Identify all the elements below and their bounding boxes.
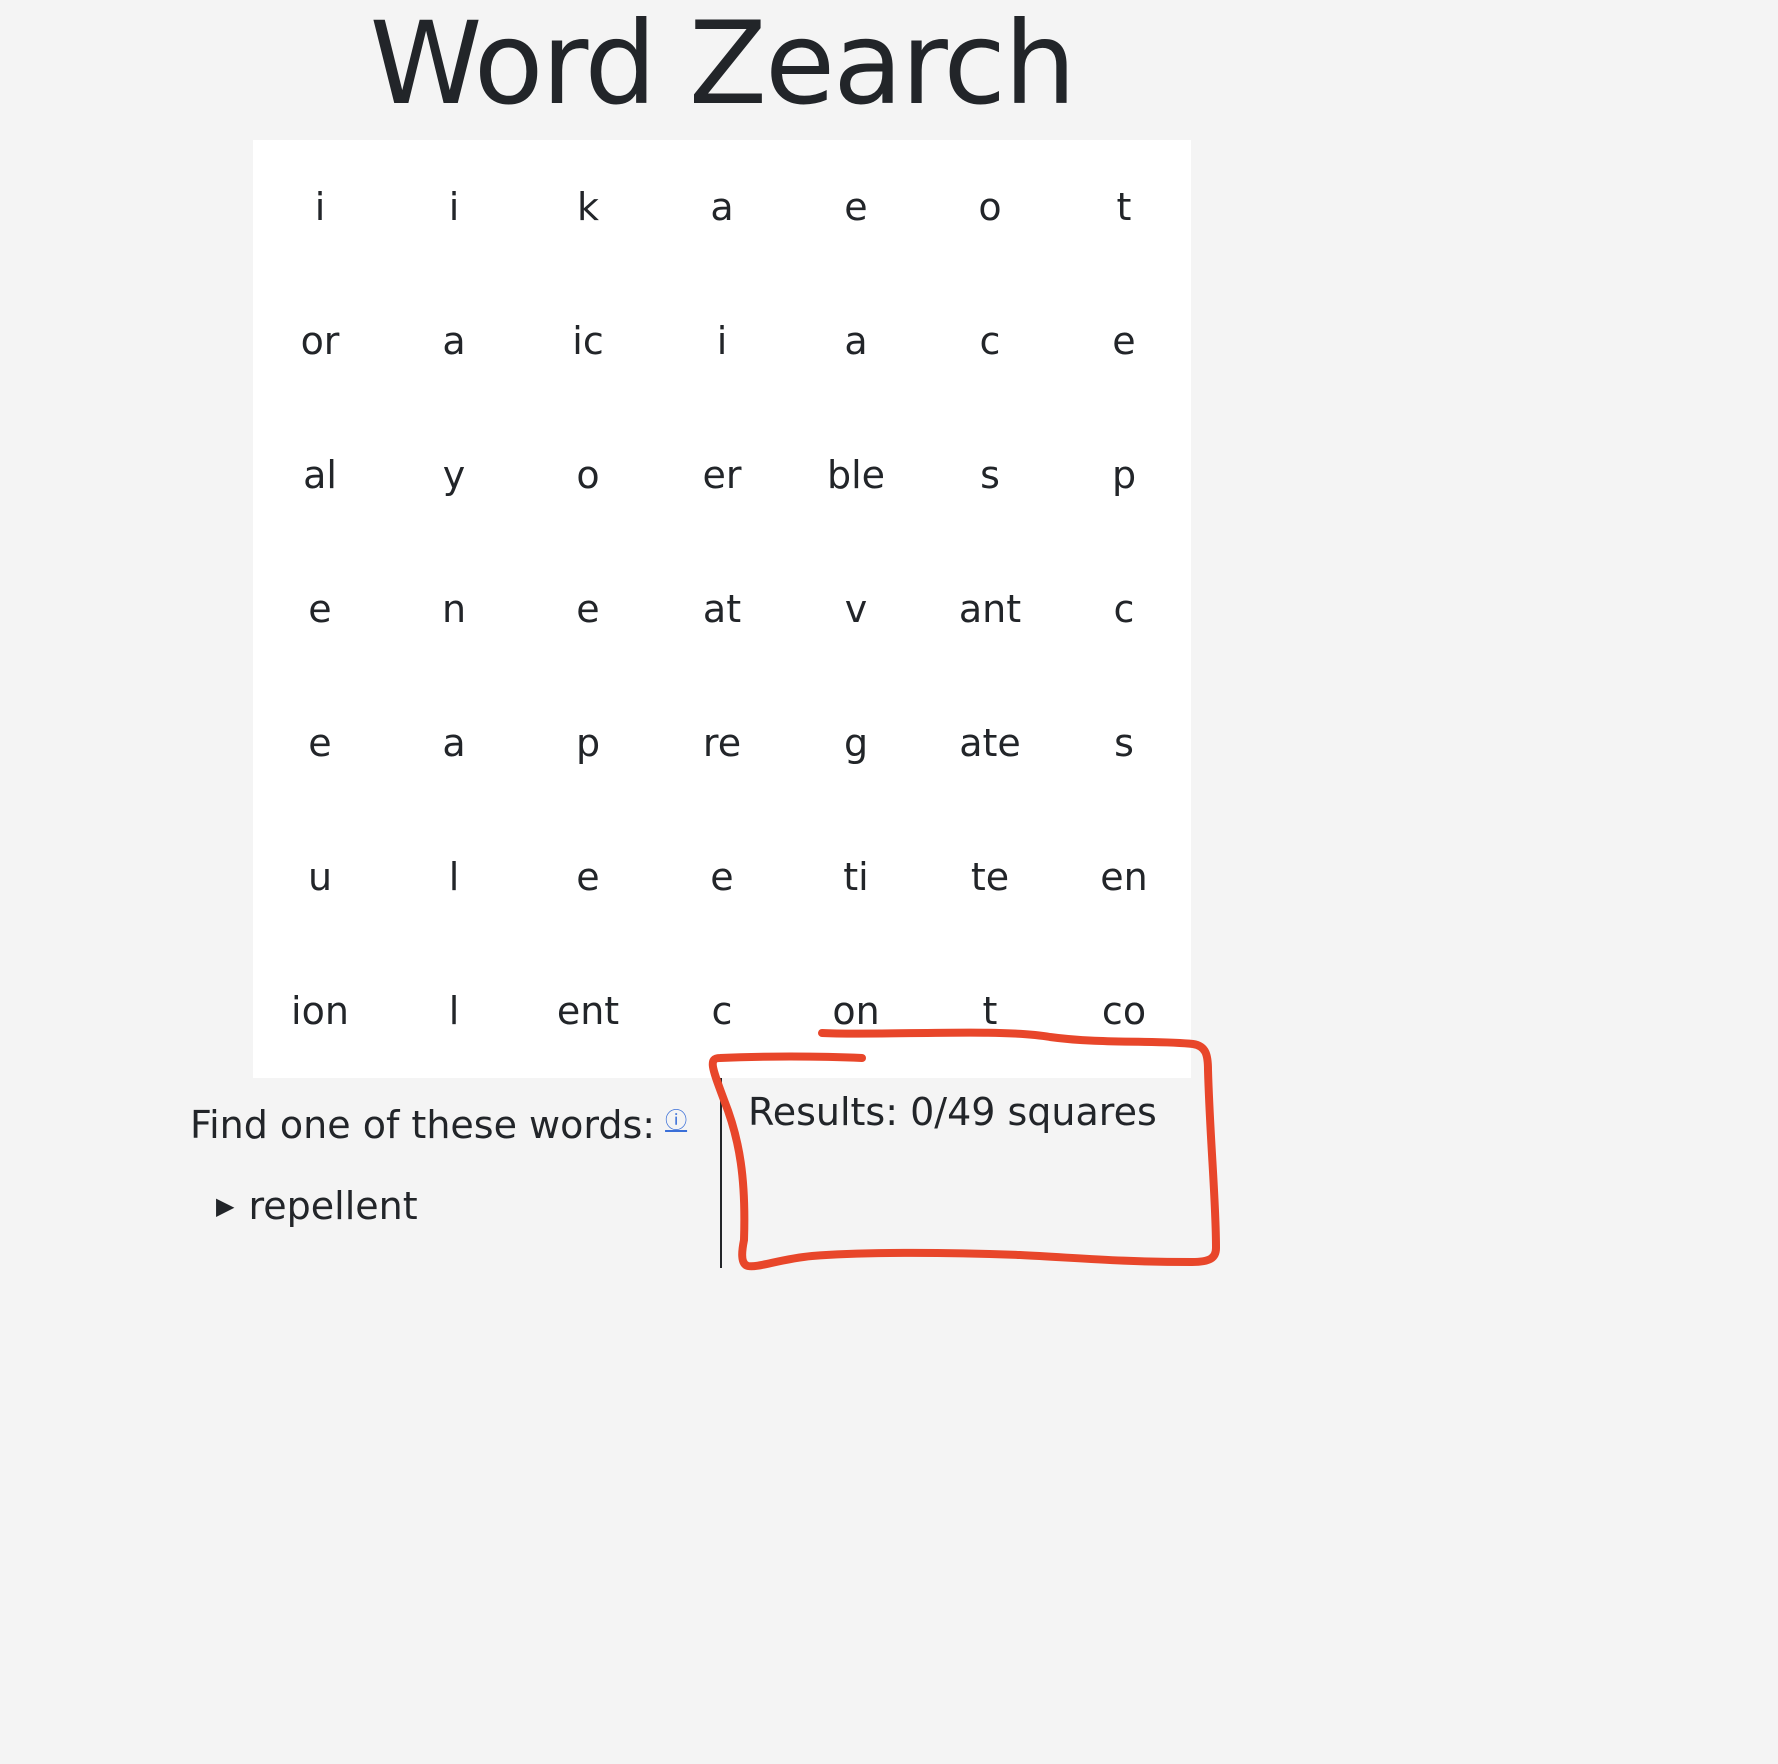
grid-cell[interactable]: v [789,542,923,676]
disclosure-triangle-icon: ▶ [216,1192,235,1220]
grid-cell[interactable]: e [253,542,387,676]
grid-cell[interactable]: er [655,408,789,542]
grid-cell[interactable]: en [1057,810,1191,944]
grid-cell[interactable]: c [1057,542,1191,676]
grid-cell[interactable]: s [923,408,1057,542]
grid-cell[interactable]: on [789,944,923,1078]
grid-cell[interactable]: a [387,676,521,810]
word-label: repellent [248,1184,418,1228]
grid-cell[interactable]: u [253,810,387,944]
grid-cell[interactable]: ic [521,274,655,408]
results-text: Results: 0/49 squares [748,1090,1157,1134]
word-list-heading: Find one of these words: ⓘ [190,1096,687,1151]
grid-cell[interactable]: ant [923,542,1057,676]
grid-cell[interactable]: re [655,676,789,810]
word-zearch-page: Word Zearch i i k a e o t or a ic i a c e al y o er ble s p e… [0,0,1778,1764]
grid-cell[interactable]: a [387,274,521,408]
grid-cell[interactable]: at [655,542,789,676]
grid-cell[interactable]: ate [923,676,1057,810]
grid-cell[interactable]: e [655,810,789,944]
grid-cell[interactable]: e [521,810,655,944]
grid-cell[interactable]: s [1057,676,1191,810]
grid-cell[interactable]: e [789,140,923,274]
word-list-item-repellent[interactable]: ▶ repellent [216,1180,418,1232]
page-title: Word Zearch [369,0,1077,130]
grid-cell[interactable]: l [387,944,521,1078]
grid-cell[interactable]: ent [521,944,655,1078]
grid-cell[interactable]: or [253,274,387,408]
text-cursor [720,1078,722,1268]
grid-cell[interactable]: t [923,944,1057,1078]
grid-cell[interactable]: a [655,140,789,274]
grid-cell[interactable]: t [1057,140,1191,274]
grid-cell[interactable]: o [923,140,1057,274]
find-words-label: Find one of these words: [190,1103,656,1147]
grid-cell[interactable]: i [253,140,387,274]
grid-cell[interactable]: o [521,408,655,542]
grid-cell[interactable]: y [387,408,521,542]
grid-cell[interactable]: p [1057,408,1191,542]
grid-cell[interactable]: ble [789,408,923,542]
grid-cell[interactable]: c [655,944,789,1078]
info-icon[interactable]: ⓘ [665,1096,687,1148]
grid-cell[interactable]: l [387,810,521,944]
letter-grid: i i k a e o t or a ic i a c e al y o er ble s p e n e at v ant c e a p… [253,140,1191,1078]
grid-cell[interactable]: c [923,274,1057,408]
grid-cell[interactable]: co [1057,944,1191,1078]
grid-cell[interactable]: k [521,140,655,274]
grid-cell[interactable]: a [789,274,923,408]
grid-cell[interactable]: e [521,542,655,676]
grid-cell[interactable]: g [789,676,923,810]
grid-cell[interactable]: ti [789,810,923,944]
grid-cell[interactable]: e [253,676,387,810]
grid-cell[interactable]: e [1057,274,1191,408]
grid-cell[interactable]: n [387,542,521,676]
grid-cell[interactable]: ion [253,944,387,1078]
grid-cell[interactable]: p [521,676,655,810]
grid-cell[interactable]: te [923,810,1057,944]
grid-cell[interactable]: i [387,140,521,274]
grid-cell[interactable]: i [655,274,789,408]
grid-cell[interactable]: al [253,408,387,542]
